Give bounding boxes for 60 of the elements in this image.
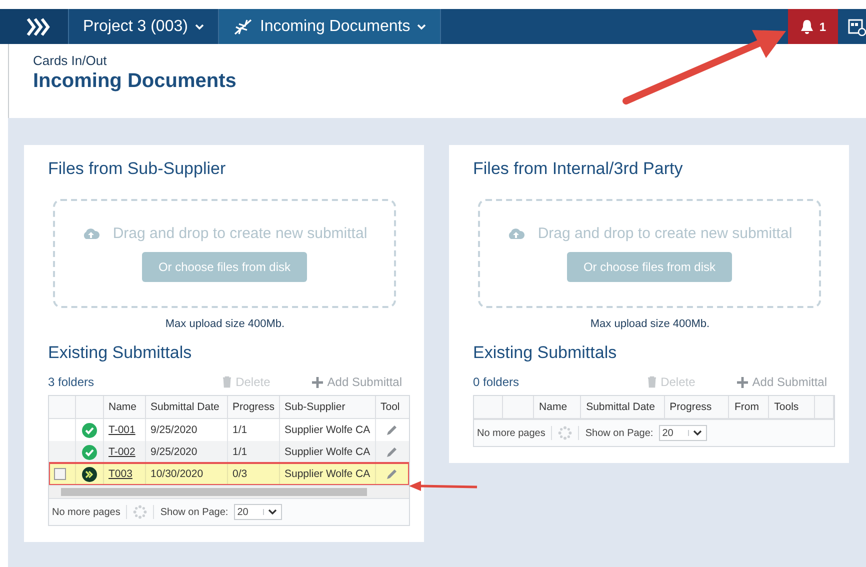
horizontal-scrollbar[interactable]	[49, 485, 409, 498]
pencil-icon[interactable]	[386, 468, 398, 480]
page-title: Incoming Documents	[33, 70, 238, 93]
section-title: Existing Submittals	[48, 343, 193, 363]
section-label: Cards In/Out	[33, 53, 108, 68]
pager-text: No more pages	[52, 506, 120, 518]
column-header[interactable]: Sub-Supplier	[279, 396, 375, 418]
trash-icon	[222, 376, 232, 388]
refresh-icon[interactable]	[558, 426, 572, 440]
caret-icon	[194, 24, 204, 30]
pencil-icon[interactable]	[386, 424, 398, 436]
refresh-icon[interactable]	[133, 505, 148, 519]
table-cell: 1/1	[227, 418, 279, 441]
table-cell: 10/30/2020	[145, 463, 227, 485]
annotation-arrow	[409, 481, 478, 491]
column-header[interactable]: Tool	[375, 396, 409, 418]
upload-limit-text: Max upload size 400Mb.	[589, 318, 711, 330]
upload-limit-text: Max upload size 400Mb.	[164, 318, 286, 330]
page-size-dropdown[interactable]: 20	[659, 425, 708, 441]
table-cell: Supplier Wolfe CA	[279, 463, 375, 485]
table-cell: 0/3	[227, 463, 279, 485]
submittal-link[interactable]: T-001	[108, 424, 136, 436]
table-cell: 9/25/2020	[145, 441, 227, 463]
table-cell: Supplier Wolfe CA	[279, 441, 375, 463]
column-header[interactable]: Progress	[664, 396, 729, 418]
cloud-upload-icon	[506, 227, 525, 240]
trash-icon	[646, 376, 657, 388]
table-cell: 1/1	[227, 441, 279, 463]
page-size-label: Show on Page:	[585, 428, 654, 438]
page-size-dropdown[interactable]: 20	[234, 504, 282, 520]
table-cell: 9/25/2020	[145, 418, 227, 441]
plus-icon	[312, 376, 324, 388]
row-checkbox[interactable]	[54, 468, 66, 480]
column-header[interactable]: From	[728, 396, 769, 418]
column-header[interactable]: Name	[534, 396, 581, 418]
cloud-upload-icon	[82, 227, 100, 240]
dropzone-text: Drag and drop to create new submittal	[112, 225, 368, 242]
chevrons-icon	[26, 18, 50, 36]
column-header[interactable]: Progress	[227, 396, 279, 418]
column-header[interactable]: Tools	[768, 396, 815, 418]
plane-icon	[232, 18, 253, 36]
home-crumb[interactable]	[0, 9, 69, 44]
column-header[interactable]: Name	[103, 396, 145, 418]
table-cell: Supplier Wolfe CA	[279, 418, 375, 441]
page-size-label: Show on Page:	[160, 506, 228, 518]
panel-title: Files from Internal/3rd Party	[473, 159, 684, 179]
folder-count: 3 folders	[48, 375, 96, 389]
dropzone-text: Drag and drop to create new submittal	[538, 225, 792, 242]
caret-icon	[417, 24, 426, 30]
section-title: Existing Submittals	[473, 343, 618, 363]
plus-icon	[737, 376, 748, 388]
module-breadcrumb[interactable]: Incoming Documents	[218, 9, 442, 44]
column-header[interactable]: Submittal Date	[145, 396, 227, 418]
bell-icon	[800, 18, 814, 34]
column-header[interactable]: Submittal Date	[580, 396, 664, 418]
notifications-button[interactable]: 1	[788, 9, 838, 44]
folder-count: 0 folders	[473, 375, 520, 389]
pencil-icon[interactable]	[386, 446, 398, 458]
panel-title: Files from Sub-Supplier	[48, 159, 227, 179]
pager-text: No more pages	[477, 428, 546, 438]
